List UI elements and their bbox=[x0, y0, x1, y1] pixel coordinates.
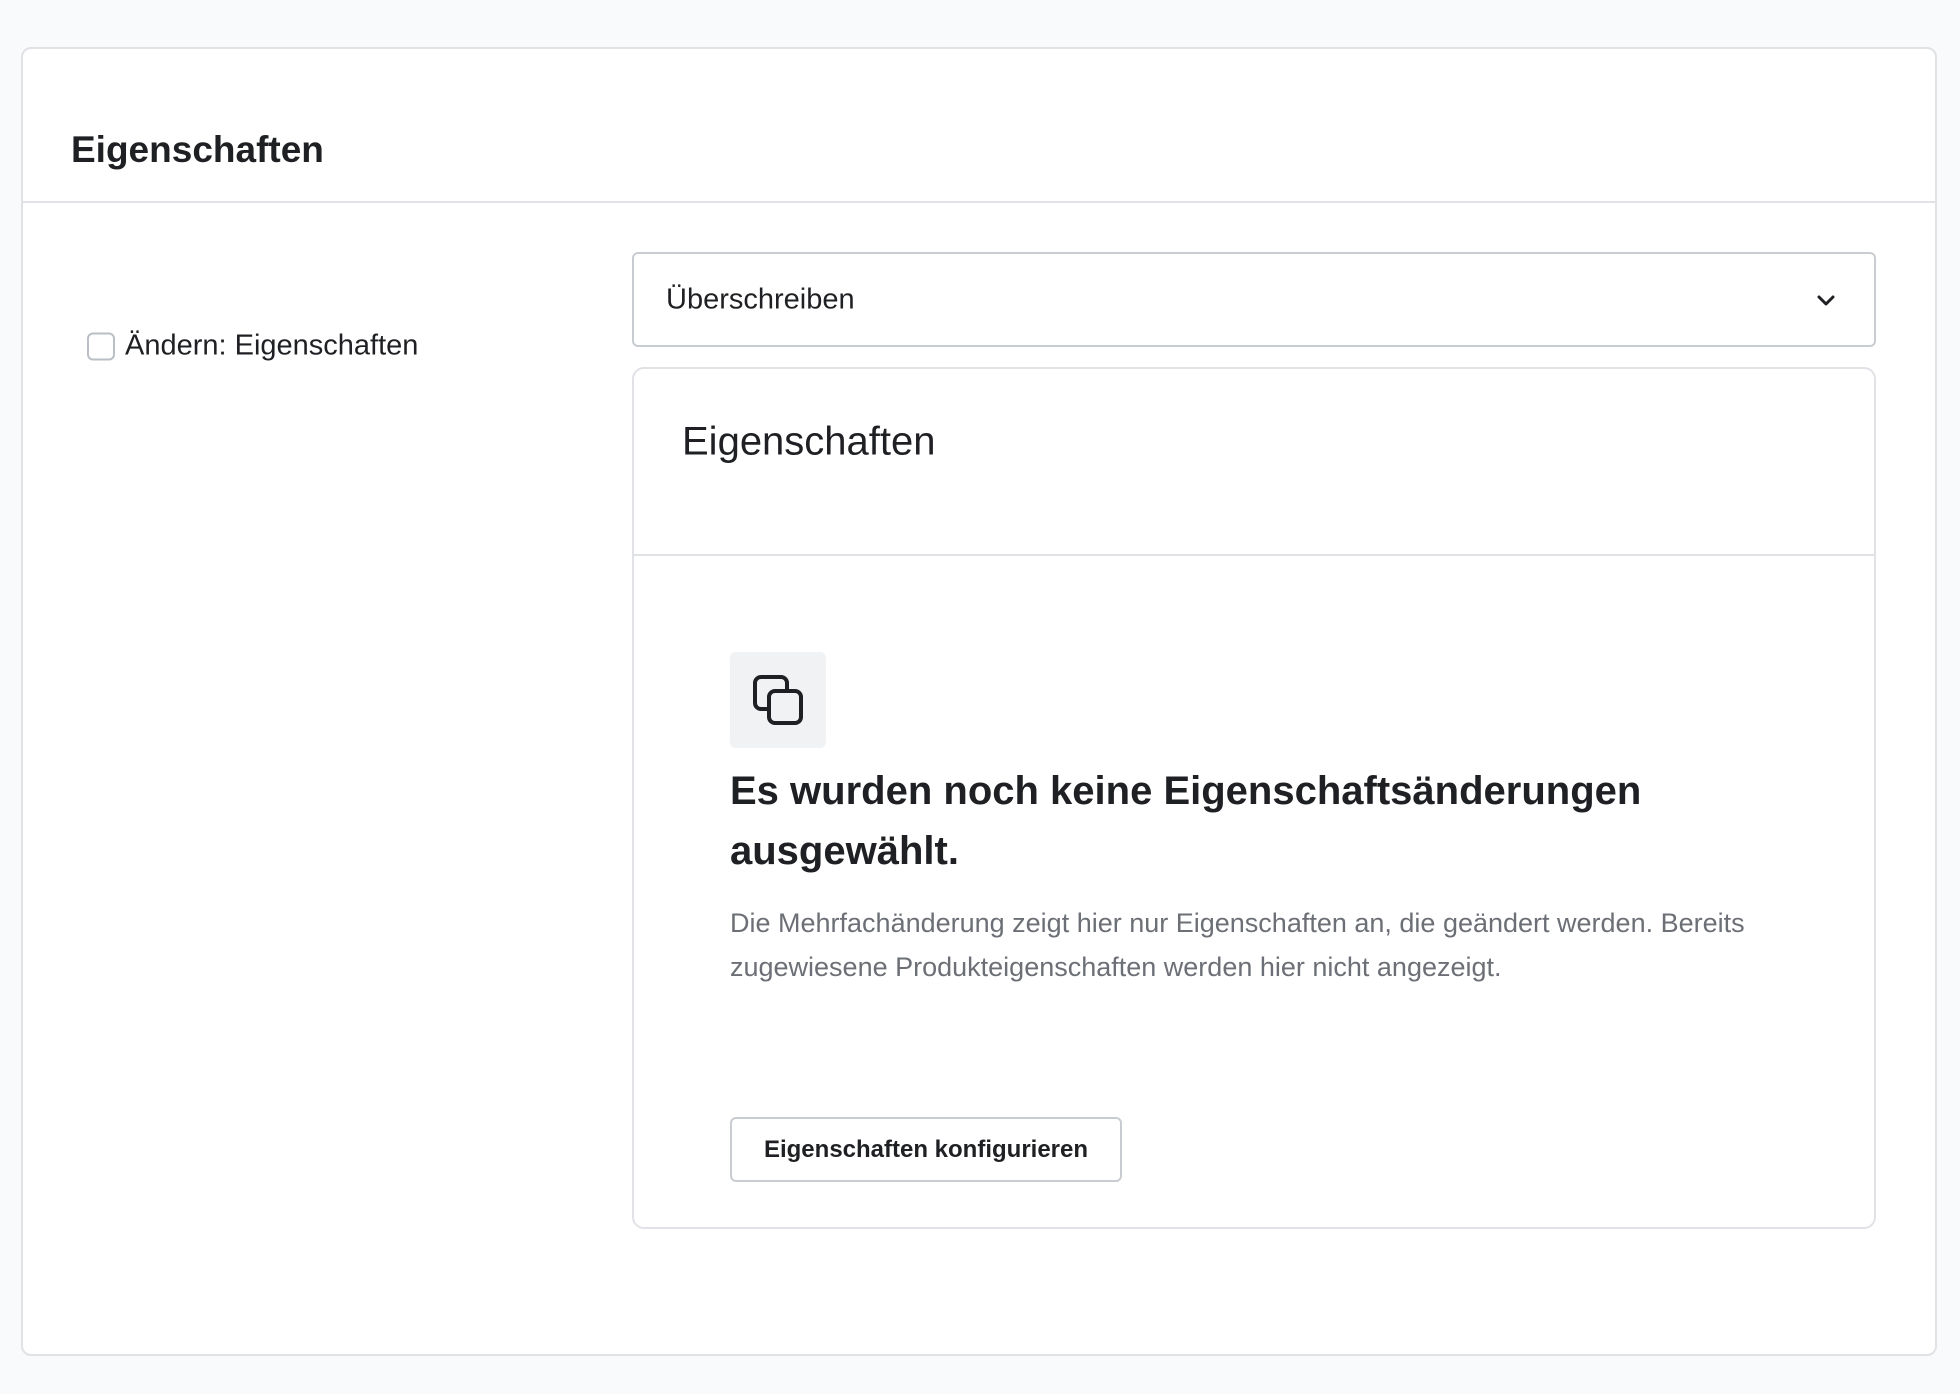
properties-panel-title: Eigenschaften bbox=[682, 419, 936, 464]
chevron-down-icon bbox=[1817, 295, 1835, 305]
configure-properties-button[interactable]: Eigenschaften konfigurieren bbox=[730, 1117, 1122, 1182]
change-properties-label: Ändern: Eigenschaften bbox=[125, 329, 419, 362]
empty-state-title: Es wurden noch keine Eigenschaftsänderun… bbox=[730, 769, 1642, 873]
properties-panel: Eigenschaften Es wurden noch keine Eigen… bbox=[632, 367, 1876, 1229]
change-properties-checkbox[interactable] bbox=[87, 332, 115, 360]
properties-panel-header: Eigenschaften bbox=[634, 369, 1874, 556]
copy-icon bbox=[753, 675, 803, 725]
empty-state-icon-box bbox=[730, 652, 826, 748]
card-title: Eigenschaften bbox=[71, 129, 324, 170]
change-mode-value: Überschreiben bbox=[666, 283, 855, 315]
properties-card: Eigenschaften Ändern: Eigenschaften Über… bbox=[21, 47, 1937, 1356]
change-properties-toggle[interactable]: Ändern: Eigenschaften bbox=[87, 330, 418, 363]
card-header: Eigenschaften bbox=[23, 49, 1935, 203]
change-mode-select[interactable]: Überschreiben bbox=[632, 252, 1876, 347]
empty-state-description: Die Mehrfachänderung zeigt hier nur Eige… bbox=[730, 908, 1745, 982]
